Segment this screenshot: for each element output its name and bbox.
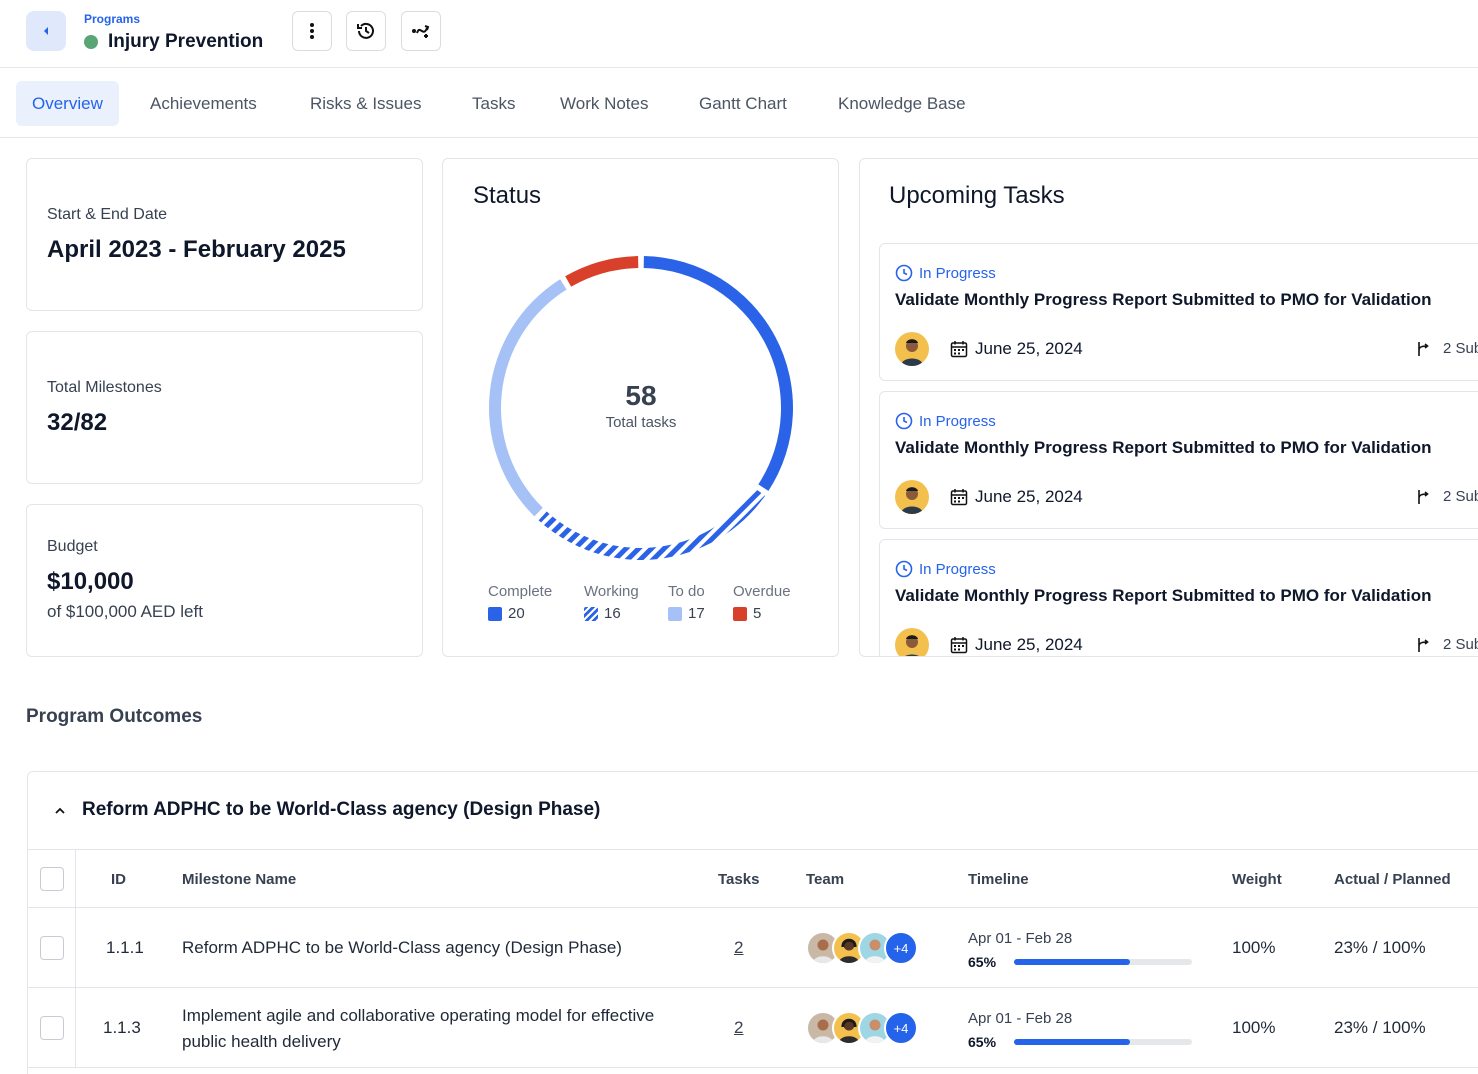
team-avatars[interactable]: +4: [806, 1011, 918, 1045]
row-checkbox[interactable]: [40, 1016, 64, 1040]
working-swatch: [584, 606, 598, 621]
task-card[interactable]: In Progress Validate Monthly Progress Re…: [879, 243, 1478, 381]
complete-swatch: [488, 606, 502, 621]
chevron-up-icon[interactable]: [53, 804, 67, 818]
milestone-id: 1.1.3: [103, 1018, 141, 1037]
column-timeline[interactable]: Timeline: [968, 871, 1029, 888]
program-outcomes-title: Program Outcomes: [26, 706, 203, 727]
outcome-group-header[interactable]: Reform ADPHC to be World-Class agency (D…: [28, 772, 1478, 850]
task-title: Validate Monthly Progress Report Submitt…: [895, 290, 1432, 309]
legend-overdue-value: 5: [753, 605, 762, 622]
legend-working: Working 16: [584, 583, 639, 622]
outcome-group: Reform ADPHC to be World-Class agency (D…: [27, 771, 1478, 1074]
outcome-group-title: Reform ADPHC to be World-Class agency (D…: [82, 799, 601, 820]
select-all-cell: [28, 850, 76, 907]
assignee-avatar: [895, 480, 929, 514]
task-date: June 25, 2024: [975, 635, 1083, 654]
legend-overdue: Overdue 5: [733, 583, 791, 622]
weight-value: 100%: [1232, 938, 1276, 957]
task-date: June 25, 2024: [975, 339, 1083, 358]
task-status: In Progress: [919, 412, 996, 430]
legend-complete-value: 20: [508, 605, 525, 622]
timeline-range: Apr 01 - Feb 28: [968, 1010, 1073, 1027]
donut-segment-overdue: [565, 256, 639, 287]
row-select-cell: [28, 908, 76, 987]
progress-bar: [1014, 1039, 1192, 1045]
upcoming-task-list: In Progress Validate Monthly Progress Re…: [859, 230, 1478, 656]
task-subtasks: 2 Sub: [1443, 340, 1478, 357]
milestone-id: 1.1.1: [106, 938, 144, 957]
progress-fill: [1014, 1039, 1130, 1045]
column-id[interactable]: ID: [111, 871, 126, 888]
team-more-count[interactable]: +4: [884, 931, 918, 965]
calendar-icon: [950, 489, 968, 506]
assignee-avatar: [895, 332, 929, 366]
progress-label: 65%: [968, 1034, 997, 1050]
column-tasks[interactable]: Tasks: [718, 871, 759, 888]
task-card[interactable]: In Progress Validate Monthly Progress Re…: [879, 391, 1478, 529]
row-checkbox[interactable]: [40, 936, 64, 960]
weight-value: 100%: [1232, 1018, 1276, 1037]
column-actual-planned[interactable]: Actual / Planned: [1334, 871, 1451, 888]
progress-fill: [1014, 959, 1130, 965]
task-status: In Progress: [919, 560, 996, 578]
legend-todo-label: To do: [668, 583, 705, 600]
table-header: ID Milestone Name Tasks Team Timeline We…: [28, 850, 1478, 908]
assignee-avatar: [895, 628, 929, 656]
team-avatars[interactable]: +4: [806, 931, 918, 965]
milestone-name: Implement agile and collaborative operat…: [182, 1006, 655, 1051]
todo-swatch: [668, 606, 682, 621]
task-date: June 25, 2024: [975, 487, 1083, 506]
task-card[interactable]: In Progress Validate Monthly Progress Re…: [879, 539, 1478, 656]
row-select-cell: [28, 988, 76, 1067]
calendar-icon: [950, 341, 968, 358]
total-tasks-label: Total tasks: [605, 414, 677, 431]
tasks-count-link[interactable]: 2: [734, 1018, 743, 1038]
progress-bar: [1014, 959, 1192, 965]
table-row[interactable]: 1.1.3 Implement agile and collaborative …: [28, 988, 1478, 1068]
column-weight[interactable]: Weight: [1232, 871, 1282, 888]
actual-planned-value: 23% / 100%: [1334, 1018, 1426, 1037]
tasks-count-link[interactable]: 2: [734, 938, 743, 958]
legend-working-label: Working: [584, 583, 639, 600]
milestone-name: Reform ADPHC to be World-Class agency (D…: [182, 938, 622, 957]
clock-icon: [895, 264, 913, 282]
subtask-icon: [1418, 489, 1429, 504]
progress-label: 65%: [968, 954, 997, 970]
task-subtasks: 2 Sub: [1443, 488, 1478, 505]
legend-todo: To do 17: [668, 583, 705, 622]
team-more-count[interactable]: +4: [884, 1011, 918, 1045]
column-milestone-name[interactable]: Milestone Name: [182, 871, 296, 888]
legend-todo-value: 17: [688, 605, 705, 622]
legend-complete: Complete 20: [488, 583, 552, 622]
legend-working-value: 16: [604, 605, 621, 622]
subtask-icon: [1418, 341, 1429, 356]
task-title: Validate Monthly Progress Report Submitt…: [895, 586, 1432, 605]
timeline-range: Apr 01 - Feb 28: [968, 930, 1073, 947]
upcoming-title: Upcoming Tasks: [889, 182, 1065, 209]
donut-segment-working: [538, 488, 766, 560]
legend-complete-label: Complete: [488, 583, 553, 600]
calendar-icon: [950, 637, 968, 654]
task-status: In Progress: [919, 264, 996, 282]
select-all-checkbox[interactable]: [40, 867, 64, 891]
clock-icon: [895, 560, 913, 578]
donut-segment-complete: [643, 256, 793, 491]
task-subtasks: 2 Sub: [1443, 636, 1478, 653]
overdue-swatch: [733, 606, 747, 621]
actual-planned-value: 23% / 100%: [1334, 938, 1426, 957]
total-tasks-value: 58: [625, 380, 657, 411]
column-team[interactable]: Team: [806, 871, 844, 888]
legend-overdue-label: Overdue: [733, 583, 791, 600]
task-title: Validate Monthly Progress Report Submitt…: [895, 438, 1432, 457]
subtask-icon: [1418, 637, 1429, 652]
clock-icon: [895, 412, 913, 430]
table-row[interactable]: 1.1.1 Reform ADPHC to be World-Class age…: [28, 908, 1478, 988]
